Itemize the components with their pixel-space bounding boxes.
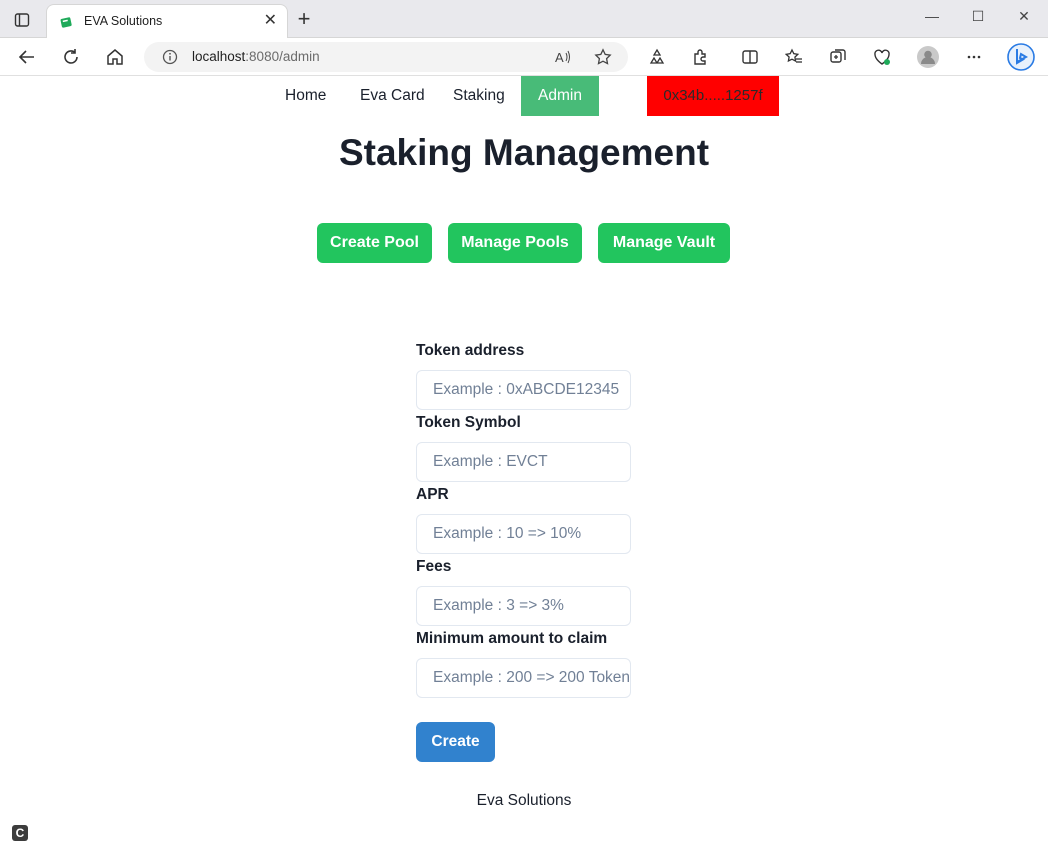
create-pool-button[interactable]: Create Pool (317, 223, 432, 263)
refresh-icon[interactable] (60, 46, 82, 68)
nav-home[interactable]: Home (285, 76, 326, 116)
favorite-star-icon[interactable] (594, 48, 612, 66)
manage-pools-button[interactable]: Manage Pools (448, 223, 582, 263)
back-icon[interactable] (16, 46, 38, 68)
create-button[interactable]: Create (416, 722, 495, 762)
tab-close-icon[interactable]: ✕ (264, 13, 277, 29)
recycle-icon[interactable] (646, 46, 668, 68)
address-bar[interactable]: localhost:8080/admin A (144, 42, 628, 72)
favorites-icon[interactable] (783, 46, 805, 68)
tab-title: EVA Solutions (84, 14, 163, 28)
minimum-claim-input[interactable] (416, 658, 631, 698)
browser-essentials-icon[interactable] (871, 46, 893, 68)
fees-label: Fees (416, 558, 452, 575)
apr-label: APR (416, 486, 449, 503)
browser-tab-bar: EVA Solutions ✕ + — ☐ ✕ (0, 0, 1048, 38)
maximize-button[interactable]: ☐ (968, 8, 988, 25)
apr-input[interactable] (416, 514, 631, 554)
token-symbol-label: Token Symbol (416, 414, 521, 431)
svg-text:A: A (555, 50, 564, 65)
nav-staking[interactable]: Staking (453, 76, 505, 116)
page-title: Staking Management (338, 132, 710, 173)
corner-badge-icon: C (12, 825, 28, 841)
home-icon[interactable] (104, 46, 126, 68)
new-tab-button[interactable]: + (294, 8, 314, 30)
read-aloud-icon[interactable]: A (554, 48, 572, 66)
close-window-button[interactable]: ✕ (1014, 8, 1034, 25)
extensions-icon[interactable] (690, 46, 712, 68)
address-host: localhost (192, 49, 246, 64)
bing-copilot-icon[interactable] (1006, 42, 1036, 72)
wallet-address-button[interactable]: 0x34b.....1257f (647, 76, 779, 116)
token-address-input[interactable] (416, 370, 631, 410)
site-info-icon[interactable] (162, 49, 178, 65)
more-menu-icon[interactable] (963, 46, 985, 68)
nav-eva-card[interactable]: Eva Card (360, 76, 425, 116)
fees-input[interactable] (416, 586, 631, 626)
nav-admin[interactable]: Admin (521, 76, 599, 116)
browser-toolbar: localhost:8080/admin A (0, 38, 1048, 76)
browser-tab[interactable]: EVA Solutions ✕ (46, 4, 288, 38)
footer-text: Eva Solutions (476, 792, 572, 809)
profile-avatar-icon[interactable] (917, 46, 939, 68)
minimum-claim-label: Minimum amount to claim (416, 630, 608, 647)
token-symbol-input[interactable] (416, 442, 631, 482)
tab-actions-icon[interactable] (12, 10, 32, 30)
token-address-label: Token address (416, 342, 525, 359)
collections-icon[interactable] (827, 46, 849, 68)
address-path: :8080/admin (245, 49, 320, 64)
split-screen-icon[interactable] (739, 46, 761, 68)
manage-vault-button[interactable]: Manage Vault (598, 223, 730, 263)
page-content: Home Eva Card Staking Admin 0x34b.....12… (0, 76, 1048, 843)
eva-favicon-icon (59, 15, 73, 29)
address-url: localhost:8080/admin (192, 49, 320, 64)
minimize-button[interactable]: — (922, 8, 942, 24)
